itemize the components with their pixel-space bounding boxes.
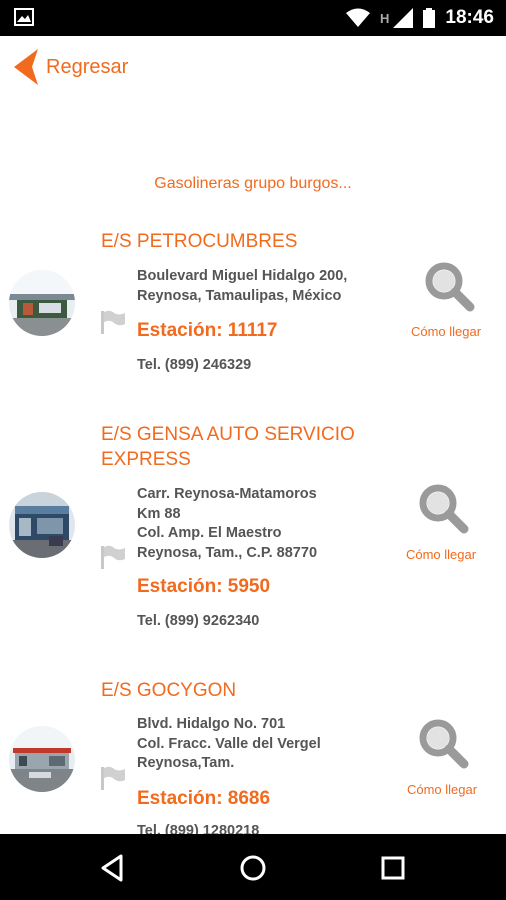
- address-line: Reynosa, Tamaulipas, México: [137, 287, 342, 304]
- photo-icon: [14, 8, 34, 26]
- station-address: Blvd. Hidalgo No. 701 Col. Fracc. Valle …: [137, 715, 387, 774]
- address-line: Km 88: [137, 505, 181, 522]
- address-line: Col. Amp. El Maestro: [137, 525, 282, 541]
- signal-icon: [393, 8, 414, 28]
- back-triangle-icon[interactable]: [97, 852, 129, 884]
- navigation-bar: [0, 834, 506, 900]
- address-line: Col. Fracc. Valle del Vergel: [137, 735, 321, 752]
- station-photo: [9, 726, 75, 792]
- station-number: Estación: 5950: [137, 576, 271, 597]
- list-subtitle: Gasolineras grupo burgos...: [154, 175, 352, 192]
- address-line: Carr. Reynosa-Matamoros: [137, 486, 317, 502]
- address-line: Reynosa, Tam., C.P. 88770: [137, 544, 318, 561]
- app-header: Regresar: [0, 36, 506, 106]
- back-button[interactable]: Regresar: [12, 48, 128, 86]
- station-name: E/S GOCYGON: [101, 680, 237, 701]
- station-number: Estación: 11117: [137, 320, 278, 341]
- magnifier-icon[interactable]: [417, 717, 469, 769]
- station-number: Estación: 8686: [137, 788, 271, 809]
- station-name: E/S GENSA AUTO SERVICIO EXPRESS: [101, 424, 355, 470]
- address-line: Blvd. Hidalgo No. 701: [137, 716, 286, 732]
- station-photo: [9, 492, 75, 558]
- directions-link[interactable]: Cómo llegar: [396, 547, 486, 562]
- station-phone: Tel. (899) 9262340: [137, 613, 260, 629]
- flag-icon: [101, 310, 125, 334]
- station-phone: Tel. (899) 246329: [137, 357, 252, 373]
- back-arrow-icon: [14, 49, 38, 85]
- clock: 18:46: [445, 7, 494, 28]
- flag-icon: [101, 766, 125, 790]
- directions-link[interactable]: Cómo llegar: [397, 782, 487, 797]
- home-circle-icon[interactable]: [237, 852, 269, 884]
- directions-link[interactable]: Cómo llegar: [401, 324, 491, 339]
- network-type: H: [380, 10, 390, 26]
- address-line: Reynosa,Tam.: [137, 755, 235, 771]
- station-address: Boulevard Miguel Hidalgo 200, Reynosa, T…: [137, 267, 387, 306]
- address-line: Boulevard Miguel Hidalgo 200,: [137, 268, 348, 284]
- back-label: Regresar: [46, 55, 129, 78]
- magnifier-icon[interactable]: [417, 482, 469, 534]
- recents-square-icon[interactable]: [377, 852, 409, 884]
- station-photo: [9, 270, 75, 336]
- magnifier-icon[interactable]: [423, 260, 475, 312]
- station-address: Carr. Reynosa-Matamoros Km 88 Col. Amp. …: [137, 485, 387, 563]
- flag-icon: [101, 545, 125, 569]
- wifi-icon: [346, 8, 370, 27]
- battery-icon: [423, 8, 436, 28]
- station-name: E/S PETROCUMBRES: [101, 231, 298, 252]
- status-bar: H 18:46: [0, 0, 506, 36]
